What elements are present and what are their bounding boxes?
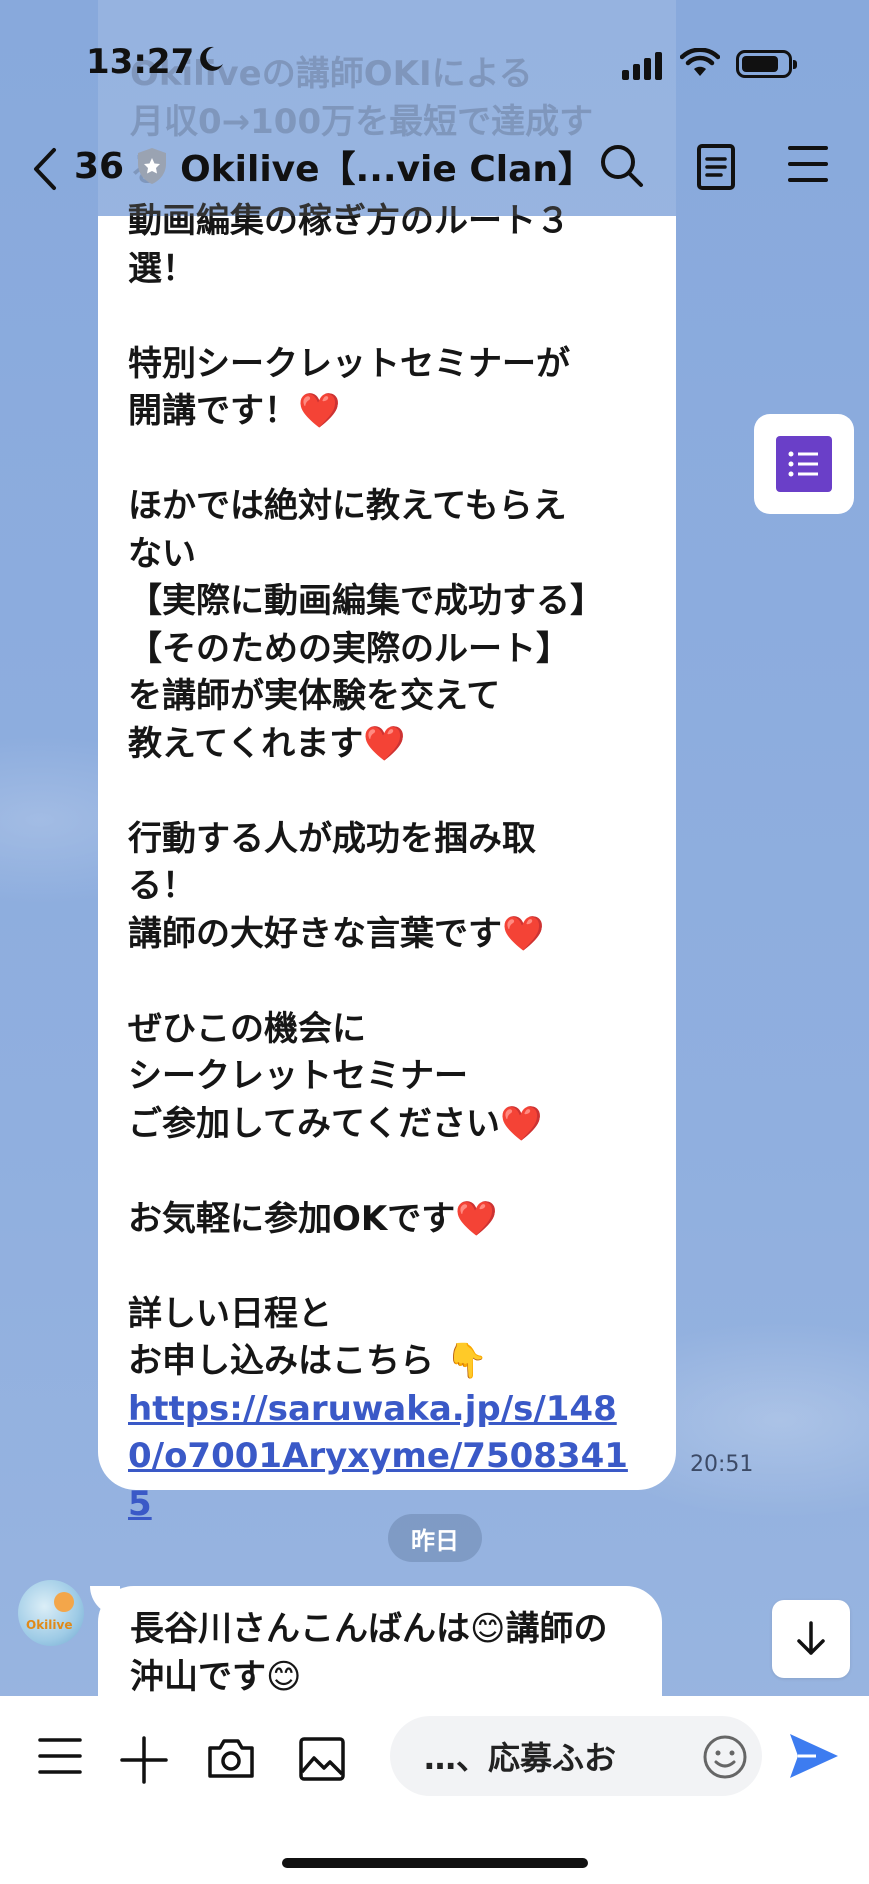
shield-badge-icon: [138, 148, 167, 184]
cellular-signal-icon: [622, 52, 662, 80]
chat-title[interactable]: 36 Okilive【...vie Clan】: [74, 140, 594, 192]
image-icon[interactable]: [298, 1736, 346, 1782]
menu-icon[interactable]: [38, 1736, 82, 1776]
message-bubble-2[interactable]: 長谷川さんこんばんは😊講師の沖山です😊: [98, 1586, 662, 1706]
scroll-to-bottom-button[interactable]: [772, 1600, 850, 1678]
status-bar: 13:27: [0, 0, 869, 120]
message-text: 動画編集の稼ぎ方のルート３ 選！ 特別シークレットセミナーが 開講です！❤️ ほ…: [128, 198, 646, 1528]
moon-icon: [200, 46, 223, 71]
camera-icon[interactable]: [206, 1736, 256, 1780]
status-time: 13:27: [86, 42, 195, 82]
group-name: Okilive【...vie Clan】: [180, 149, 595, 190]
search-icon[interactable]: [598, 142, 646, 190]
plus-icon[interactable]: [120, 1736, 168, 1784]
chat-header: 36 Okilive【...vie Clan】: [0, 130, 869, 210]
unread-count: 36: [74, 145, 125, 187]
menu-icon[interactable]: [786, 142, 830, 186]
composer-bar: …、応募ふお: [0, 1696, 869, 1884]
message-body: 動画編集の稼ぎ方のルート３ 選！ 特別シークレットセミナーが 開講です！❤️ ほ…: [128, 201, 604, 1381]
wifi-icon: [680, 48, 720, 76]
message-bubble[interactable]: 動画編集の稼ぎ方のルート３ 選！ 特別シークレットセミナーが 開講です！❤️ ほ…: [98, 201, 676, 1524]
message-link[interactable]: https://saruwaka.jp/s/1480/o7001Aryxyme/…: [128, 1389, 628, 1524]
notes-icon[interactable]: [694, 142, 738, 192]
message-input-draft: …、応募ふお: [424, 1739, 617, 1777]
emoji-icon[interactable]: [702, 1734, 748, 1780]
message-timestamp: 20:51: [690, 1452, 754, 1477]
battery-icon: [736, 50, 797, 78]
back-chevron-icon[interactable]: [30, 144, 60, 194]
list-icon: [776, 436, 832, 492]
send-icon[interactable]: [786, 1730, 842, 1782]
floating-list-button[interactable]: [754, 414, 854, 514]
message-2-text: 長谷川さんこんばんは😊講師の沖山です😊: [130, 1609, 608, 1697]
avatar-logo: Okilive: [26, 1618, 73, 1632]
avatar[interactable]: Okilive: [18, 1580, 84, 1646]
arrow-down-icon: [797, 1621, 825, 1655]
home-indicator: [282, 1858, 588, 1868]
